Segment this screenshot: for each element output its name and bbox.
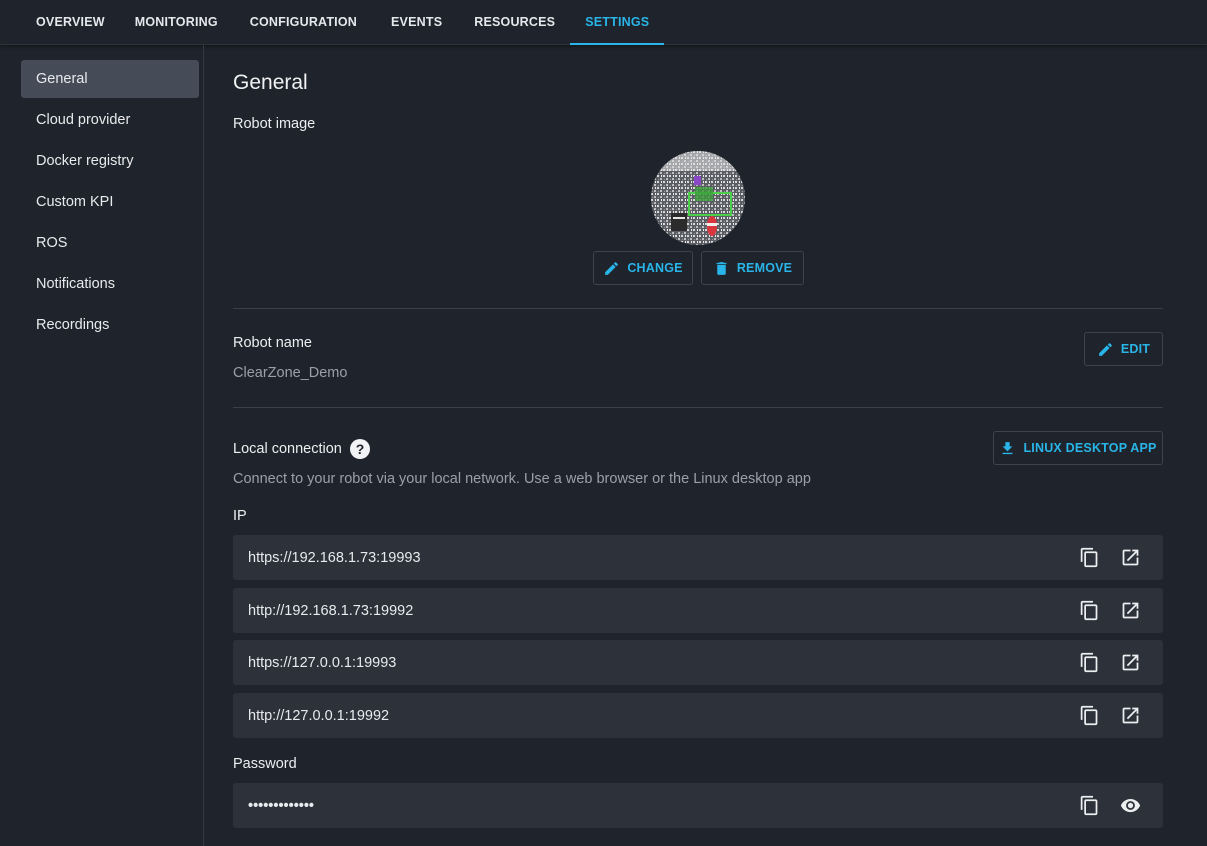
copy-icon[interactable] — [1079, 795, 1100, 816]
ip-label: IP — [233, 508, 247, 524]
pencil-icon — [1098, 342, 1112, 356]
tab-overview[interactable]: OVERVIEW — [21, 0, 120, 45]
sidebar-item-general[interactable]: General — [21, 60, 199, 98]
sidebar-item-ros[interactable]: ROS — [21, 224, 199, 262]
ip-value: http://127.0.0.1:19992 — [248, 707, 390, 724]
edit-robot-name-button[interactable]: EDIT — [1084, 332, 1163, 366]
robot-image-label: Robot image — [233, 116, 316, 132]
trash-icon — [716, 261, 727, 275]
open-external-icon[interactable] — [1120, 547, 1141, 568]
linux-desktop-app-button[interactable]: LINUX DESKTOP APP — [993, 431, 1163, 465]
change-image-button[interactable]: CHANGE — [593, 251, 693, 285]
local-connection-label: Local connection — [233, 441, 342, 457]
ip-field: http://127.0.0.1:19992 — [233, 693, 1163, 738]
sidebar-item-docker-registry[interactable]: Docker registry — [21, 142, 199, 180]
help-icon[interactable]: ? — [350, 439, 370, 459]
robot-name-label: Robot name — [233, 335, 312, 351]
change-image-label: CHANGE — [627, 261, 683, 275]
pencil-icon — [605, 261, 619, 275]
password-value: ••••••••••••• — [248, 797, 314, 814]
password-label: Password — [233, 756, 297, 772]
password-field: ••••••••••••• — [233, 783, 1163, 828]
tab-resources[interactable]: RESOURCES — [459, 0, 570, 45]
tab-events[interactable]: EVENTS — [374, 0, 459, 45]
sidebar-item-custom-kpi[interactable]: Custom KPI — [21, 183, 199, 221]
open-external-icon[interactable] — [1120, 705, 1141, 726]
divider — [233, 407, 1163, 408]
ip-field: http://192.168.1.73:19992 — [233, 588, 1163, 633]
copy-icon[interactable] — [1079, 600, 1100, 621]
ip-value: http://192.168.1.73:19992 — [248, 602, 414, 619]
eye-icon[interactable] — [1120, 795, 1141, 816]
sidebar-item-cloud-provider[interactable]: Cloud provider — [21, 101, 199, 139]
linux-desktop-app-label: LINUX DESKTOP APP — [1023, 441, 1157, 455]
remove-image-label: REMOVE — [736, 261, 793, 275]
tab-configuration[interactable]: CONFIGURATION — [233, 0, 374, 45]
tab-monitoring[interactable]: MONITORING — [120, 0, 233, 45]
tab-settings[interactable]: SETTINGS — [570, 0, 665, 45]
settings-sidebar: General Cloud provider Docker registry C… — [0, 45, 204, 846]
local-connection-description: Connect to your robot via your local net… — [233, 471, 811, 487]
ip-value: https://192.168.1.73:19993 — [248, 549, 421, 566]
download-icon — [1003, 441, 1013, 454]
ip-field: https://127.0.0.1:19993 — [233, 640, 1163, 685]
open-external-icon[interactable] — [1120, 600, 1141, 621]
edit-label: EDIT — [1120, 342, 1151, 356]
robot-image — [651, 151, 745, 245]
remove-image-button[interactable]: REMOVE — [701, 251, 804, 285]
ip-value: https://127.0.0.1:19993 — [248, 654, 397, 671]
top-nav: OVERVIEW MONITORING CONFIGURATION EVENTS… — [0, 0, 1207, 45]
robot-name-value: ClearZone_Demo — [233, 365, 348, 381]
ip-field: https://192.168.1.73:19993 — [233, 535, 1163, 580]
divider — [233, 308, 1163, 309]
copy-icon[interactable] — [1079, 652, 1100, 673]
sidebar-item-recordings[interactable]: Recordings — [21, 306, 199, 344]
copy-icon[interactable] — [1079, 705, 1100, 726]
open-external-icon[interactable] — [1120, 652, 1141, 673]
copy-icon[interactable] — [1079, 547, 1100, 568]
page-title: General — [233, 71, 308, 94]
sidebar-item-notifications[interactable]: Notifications — [21, 265, 199, 303]
